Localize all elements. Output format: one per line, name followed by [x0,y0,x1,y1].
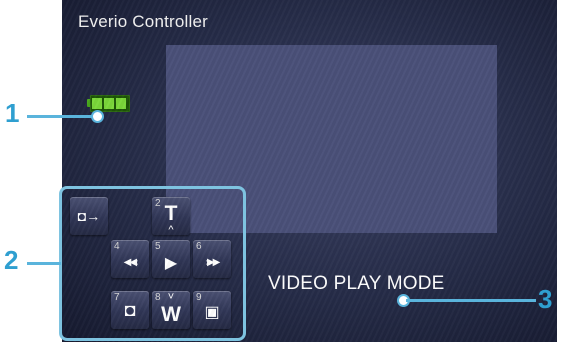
controls-callout-frame [59,186,246,341]
callout-3-line [406,299,536,302]
battery-cell [92,98,102,109]
app-title: Everio Controller [78,12,209,31]
battery-icon [87,95,131,112]
mode-status-text: VIDEO PLAY MODE [268,273,445,294]
figure-stage: Everio Controller VIDEO PLAY MODE ◘→ 2 T… [0,0,563,342]
callout-3-label: 3 [538,284,553,314]
battery-cell [116,98,126,109]
callout-1-line [27,115,94,118]
callout-2-label: 2 [4,245,19,275]
callout-2-line [27,262,61,265]
callout-1-label: 1 [5,98,20,128]
battery-cell [104,98,114,109]
callout-1-dot [91,110,104,123]
